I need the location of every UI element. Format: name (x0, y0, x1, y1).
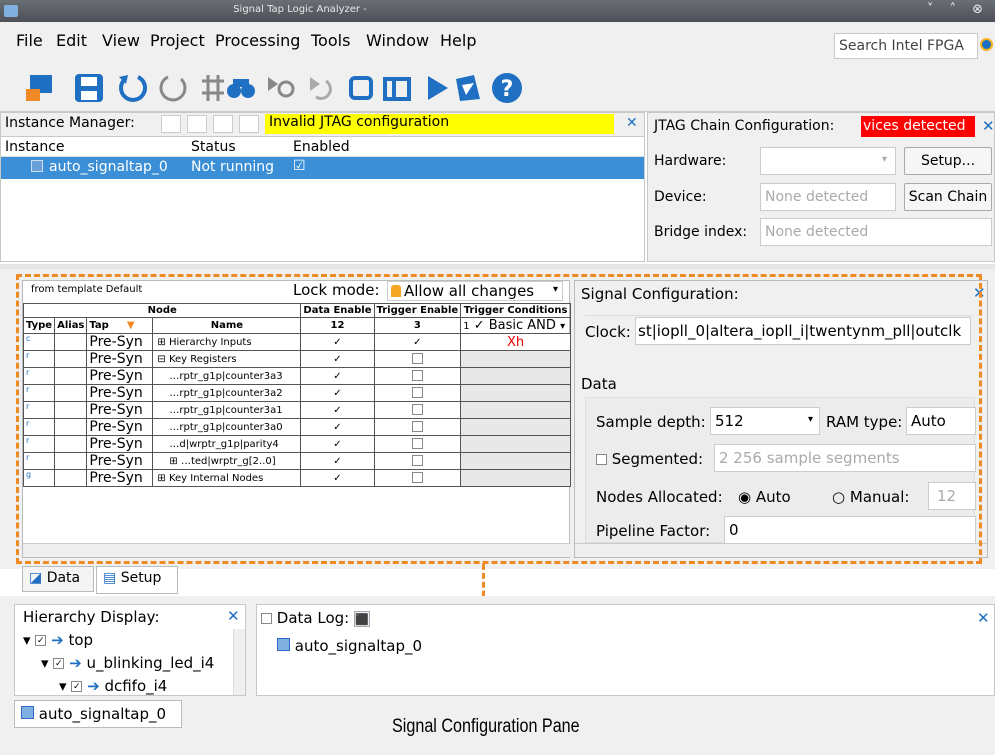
redo-icon[interactable] (156, 71, 190, 105)
col-enabled: Enabled (293, 139, 350, 155)
run-analysis-icon[interactable] (264, 71, 298, 105)
arrow-icon: ➔ (51, 631, 64, 649)
arrow-icon: ➔ (87, 677, 100, 695)
read-data-icon[interactable] (380, 71, 414, 105)
instance-icon (21, 706, 34, 719)
save-icon[interactable] (72, 71, 106, 105)
program-device-icon[interactable] (22, 71, 56, 105)
col-instance: Instance (5, 139, 65, 155)
undo-icon[interactable] (116, 71, 150, 105)
bottom-tab-label: auto_signaltap_0 (38, 705, 167, 723)
jtag-chain-pane: JTAG Chain Configuration: vices detected… (647, 112, 995, 262)
hierarchy-item-led[interactable]: ▾ ✓ ➔ u_blinking_led_i4 (41, 654, 214, 672)
hierarchy-item-label: u_blinking_led_i4 (86, 654, 215, 672)
incremental-route-icon[interactable] (452, 71, 486, 105)
datalog-header: Data Log: ⬛ (261, 609, 370, 627)
run-small-icon[interactable] (161, 115, 181, 133)
search-input[interactable]: Search Intel FPGA (834, 33, 978, 59)
datalog-item-label: auto_signaltap_0 (294, 637, 423, 655)
close-icon[interactable]: ✕ (982, 117, 995, 135)
menu-file[interactable]: File (16, 31, 43, 50)
col-status: Status (191, 139, 236, 155)
menu-window[interactable]: Window (366, 31, 429, 50)
menu-view[interactable]: View (102, 31, 140, 50)
close-icon[interactable]: ✕ (626, 115, 638, 131)
hierarchy-pane: Hierarchy Display: ✕ ▾ ✓ ➔ top ▾ ✓ ➔ u_b… (14, 604, 246, 696)
play-icon[interactable] (420, 71, 454, 105)
stop-small-icon[interactable] (213, 115, 233, 133)
instance-row[interactable]: auto_signaltap_0 Not running ☑ (1, 157, 644, 179)
hardware-label: Hardware: (654, 153, 727, 169)
sof-manager-row (650, 252, 995, 260)
instance-manager-header: Instance Manager: Invalid JTAG configura… (1, 113, 644, 137)
setup-button[interactable]: Setup... (904, 147, 992, 175)
datalog-pane: Data Log: ⬛ ✕ auto_signaltap_0 (256, 604, 995, 696)
binoculars-icon[interactable] (224, 71, 258, 105)
instance-status: Not running (191, 159, 275, 175)
instance-icon (31, 160, 43, 172)
toolbar: ? (0, 62, 995, 112)
autorun-icon[interactable] (304, 71, 338, 105)
tab-setup-label: Setup (120, 570, 162, 586)
device-label: Device: (654, 189, 707, 205)
instance-table-header: Instance Status Enabled (1, 137, 644, 157)
instance-manager-pane: Instance Manager: Invalid JTAG configura… (0, 112, 645, 262)
datalog-item[interactable]: auto_signaltap_0 (277, 637, 422, 655)
scan-chain-button[interactable]: Scan Chain (904, 183, 992, 211)
hierarchy-title: Hierarchy Display: (23, 608, 160, 626)
jtag-status-message: vices detected (861, 116, 975, 137)
help-icon[interactable]: ? (490, 71, 524, 105)
hierarchy-item-dcfifo[interactable]: ▾ ✓ ➔ dcfifo_i4 (59, 677, 167, 695)
tab-data[interactable]: ◪ Data (22, 566, 94, 592)
bottom-instance-tab[interactable]: auto_signaltap_0 (14, 700, 182, 728)
jtag-title: JTAG Chain Configuration: (654, 118, 835, 134)
data-tab-icon: ◪ (29, 570, 43, 586)
sof-manager-row (654, 223, 992, 253)
close-icon[interactable]: ✕ (227, 607, 240, 625)
datalog-title: Data Log: (276, 609, 350, 627)
jtag-status-message: Invalid JTAG configuration (265, 114, 614, 134)
datalog-checkbox[interactable] (261, 613, 272, 624)
hierarchy-item-label: dcfifo_i4 (104, 677, 168, 695)
instance-icon (277, 638, 290, 651)
tab-setup[interactable]: ▤ Setup (96, 566, 178, 594)
close-icon[interactable]: ✕ (977, 609, 990, 627)
setup-tab-icon: ▤ (103, 570, 117, 586)
hierarchy-item-top[interactable]: ▾ ✓ ➔ top (23, 631, 93, 649)
hardware-select[interactable]: ▾ (760, 147, 896, 175)
datalog-icon[interactable]: ⬛ (354, 611, 370, 627)
callout-box (16, 274, 982, 564)
window-controls[interactable]: ˅ ˄ ⊗ (927, 2, 989, 17)
menu-project[interactable]: Project (150, 31, 205, 50)
title-bar: Signal Tap Logic Analyzer - ˅ ˄ ⊗ (0, 0, 995, 22)
instance-name: auto_signaltap_0 (49, 159, 168, 175)
menu-help[interactable]: Help (440, 31, 476, 50)
tab-data-label: Data (46, 570, 81, 586)
instance-enabled-checkbox[interactable]: ☑ (293, 158, 306, 174)
instance-manager-title: Instance Manager: (5, 115, 135, 131)
stop-icon[interactable] (344, 71, 378, 105)
autorun-small-icon[interactable] (187, 115, 207, 133)
hierarchy-item-label: top (68, 631, 94, 649)
arrow-icon: ➔ (69, 654, 82, 672)
read-small-icon[interactable] (239, 115, 259, 133)
svg-text:?: ? (501, 77, 514, 102)
v-scrollbar[interactable] (233, 629, 245, 695)
window-title: Signal Tap Logic Analyzer - (233, 4, 367, 15)
menu-processing[interactable]: Processing (215, 31, 300, 50)
globe-icon[interactable] (980, 38, 993, 51)
menu-edit[interactable]: Edit (56, 31, 87, 50)
annotation-label: Signal Configuration Pane (392, 716, 580, 737)
device-select[interactable]: None detected (760, 183, 896, 211)
menu-tools[interactable]: Tools (311, 31, 350, 50)
